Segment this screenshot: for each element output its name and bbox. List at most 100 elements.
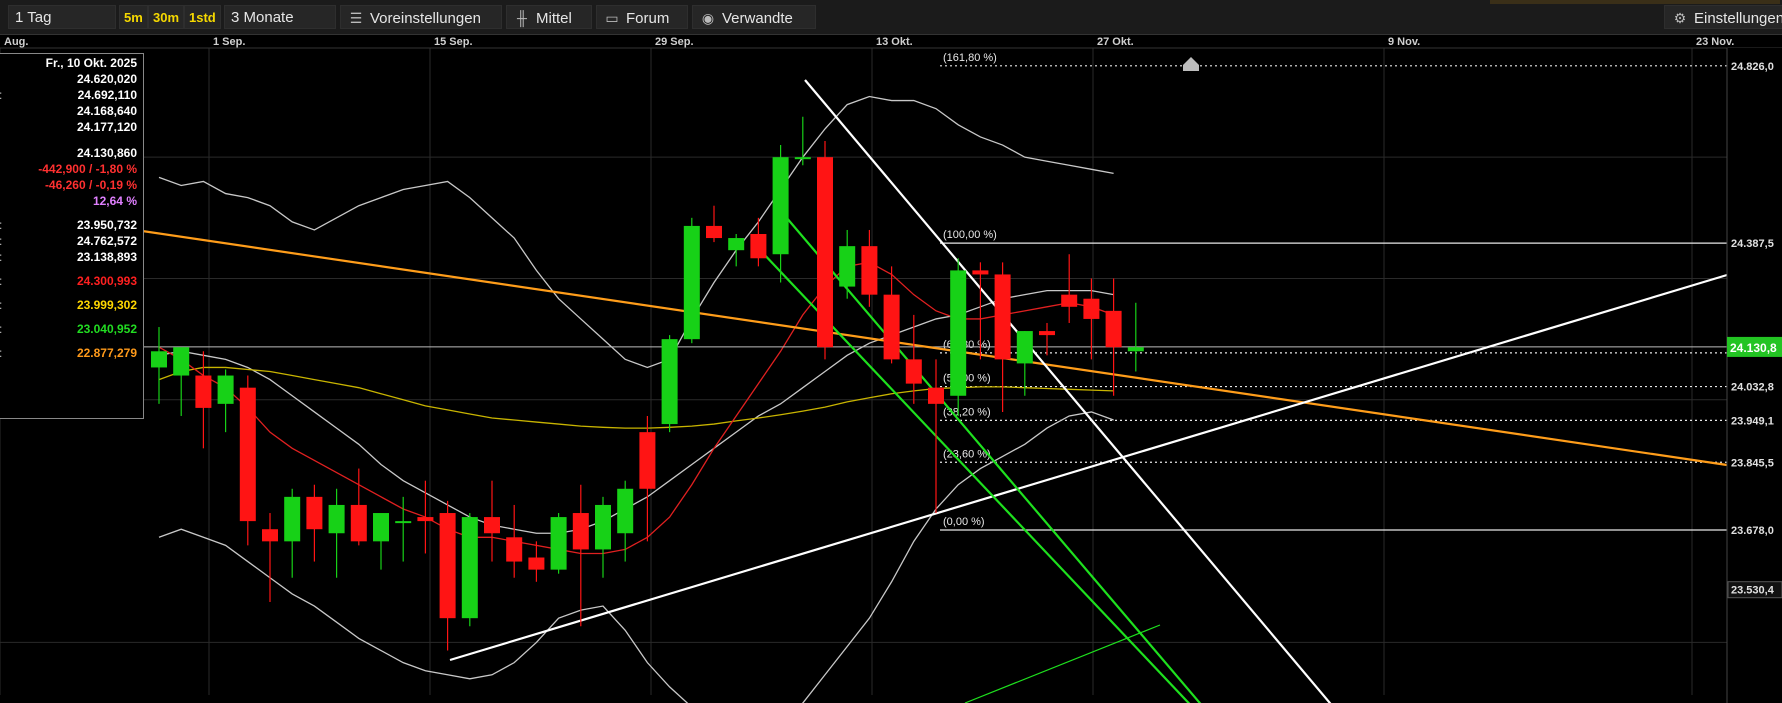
candle-body (1127, 347, 1144, 352)
info-row-value: -46,260 / -0,19 % (44, 178, 137, 192)
axis-value-label: 23.678,0 (1731, 525, 1774, 537)
candle-body (350, 504, 367, 542)
info-date: Fr., 10 Okt. 2025 (45, 56, 137, 70)
candle-body (328, 504, 345, 534)
axis-value-label: 24.826,0 (1731, 61, 1774, 73)
x-axis: Aug. 1 Sep. 15 Sep. 29 Sep. 13 Okt. 27 Okt. 9 … (0, 36, 1782, 49)
info-row-tick: : (0, 234, 2, 248)
toolbar: 1 Tag 5m 30m 1std 3 Monate ☰ Voreinstellu… (0, 0, 1782, 35)
verwandte-label: Verwandte (722, 10, 793, 27)
candle-body (817, 157, 833, 348)
info-row-value: 24.620,020 (76, 72, 137, 86)
gear-icon: ⚙ (1673, 10, 1687, 26)
candle-body (528, 557, 545, 570)
range-label: 3 Monate (231, 9, 294, 26)
mittel-label: Mittel (536, 10, 572, 27)
fib-label: (61,80 %) (943, 339, 991, 351)
candle-body (883, 294, 900, 360)
info-row-value: 12,64 % (92, 194, 137, 208)
white-resistance-line (804, 79, 1332, 703)
candle-body (306, 496, 323, 530)
candle-body (972, 270, 989, 275)
settings-button[interactable]: ⚙ Einstellungen (1664, 5, 1782, 29)
candles (151, 116, 1144, 651)
info-row-value: 23.040,952 (76, 322, 137, 336)
info-row-value: 24.177,120 (76, 120, 137, 134)
info-row-value: 24.168,640 (76, 104, 137, 118)
x-tick-label: 27 Okt. (1097, 36, 1134, 48)
candle-body (461, 517, 478, 619)
candle-body (750, 234, 767, 259)
interval-5m-button[interactable]: 5m (119, 5, 148, 29)
candle-body (861, 246, 878, 295)
candle-body (1016, 331, 1033, 364)
candle-body (1061, 294, 1078, 307)
candle-body (683, 225, 700, 340)
marker-icon (1183, 57, 1199, 71)
candle-body (550, 517, 567, 570)
candle-body (373, 513, 389, 542)
info-row-value: 24.692,110 (77, 88, 137, 102)
mittel-button[interactable]: ╫ Mittel (506, 5, 592, 29)
interval-30m-button[interactable]: 30m (148, 5, 185, 29)
candle-body (994, 274, 1011, 360)
eye-icon: ◉ (701, 10, 715, 26)
range-select[interactable]: 3 Monate (224, 5, 336, 29)
candle-body (661, 339, 678, 425)
right-axis: 24.826,0 24.387,5 24.032,8 23.949,1 23.845,5… (1726, 48, 1782, 703)
candle-body (151, 351, 167, 368)
x-tick-label: 15 Sep. (434, 36, 473, 48)
right-axis-bg (1727, 48, 1782, 703)
top-strip (1490, 0, 1780, 4)
axis-value-label: 23.949,1 (1731, 415, 1774, 427)
trend-lines[interactable] (0, 57, 1728, 703)
x-tick-label: 23 Nov. (1696, 36, 1734, 48)
info-box: Fr., 10 Okt. 2025 24.620,020 24.692,110: 2… (0, 53, 144, 419)
green-channel-line-3 (964, 624, 1161, 703)
x-tick-label: 29 Sep. (655, 36, 694, 48)
candle-body (595, 504, 611, 550)
settings-label: Einstellungen (1694, 10, 1782, 27)
candle-body (794, 157, 811, 160)
info-row-value: 23.999,302 (76, 298, 137, 312)
fib-label: (100,00 %) (943, 229, 997, 241)
axis-value-label: 23.845,5 (1731, 457, 1774, 469)
x-tick-label: Aug. (4, 36, 28, 48)
price-chart[interactable]: Aug. 1 Sep. 15 Sep. 29 Sep. 13 Okt. 27 Okt. 9 … (0, 35, 1782, 703)
axis-value-label: 23.530,4 (1731, 585, 1775, 597)
info-row-value: 24.762,572 (76, 234, 137, 248)
candle-body (439, 513, 456, 619)
forum-label: Forum (626, 10, 670, 27)
period-select[interactable]: 1 Tag (8, 5, 116, 29)
info-row-value: 23.138,893 (76, 250, 137, 264)
candle-body (572, 513, 589, 550)
axis-value-label: 24.387,5 (1731, 238, 1774, 250)
grid (0, 48, 1727, 695)
candle-body (262, 529, 278, 542)
candle-body (173, 347, 190, 376)
verwandte-button[interactable]: ◉ Verwandte (692, 5, 816, 29)
period-label: 1 Tag (15, 9, 52, 26)
candle-body (195, 375, 212, 408)
fib-label: (50,00 %) (943, 373, 991, 385)
current-price-label: 24.130,8 (1730, 341, 1777, 355)
info-row-value: 24.300,993 (76, 274, 137, 288)
info-row-value: 22.877,279 (76, 346, 137, 360)
candle-body (417, 517, 434, 522)
presets-label: Voreinstellungen (370, 10, 481, 27)
chat-icon: ▭ (605, 10, 619, 26)
interval-1std-button[interactable]: 1std (184, 5, 221, 29)
candle-body (395, 521, 412, 524)
sliders-icon: ☰ (349, 10, 363, 26)
forum-button[interactable]: ▭ Forum (596, 5, 688, 29)
info-row-tick: : (0, 274, 2, 288)
candle-body (1105, 310, 1122, 348)
x-tick-label: 1 Sep. (213, 36, 245, 48)
presets-button[interactable]: ☰ Voreinstellungen (340, 5, 502, 29)
candle-body (617, 488, 634, 534)
candle-body (772, 157, 789, 255)
candle-body (217, 375, 234, 404)
candle-body (928, 387, 944, 404)
fib-label: (161,80 %) (943, 52, 997, 64)
info-row-value: 23.950,732 (76, 218, 137, 232)
